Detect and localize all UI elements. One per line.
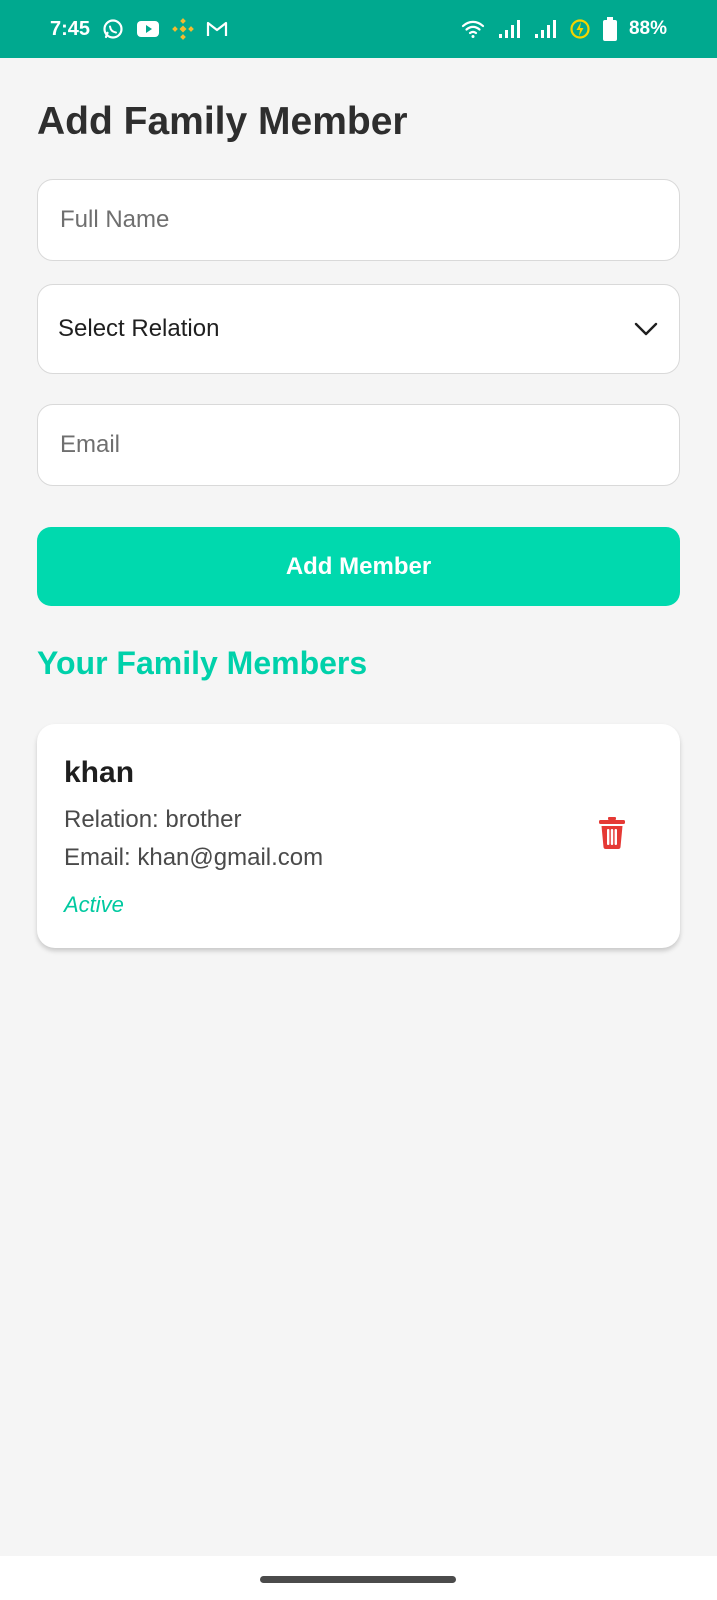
member-status-badge: Active [64,892,124,917]
status-time: 7:45 [50,17,91,40]
signal-icon [497,19,521,39]
email-input[interactable] [38,405,679,485]
home-indicator[interactable] [260,1576,456,1583]
trash-icon [599,816,625,854]
battery-icon [602,17,617,41]
chevron-down-icon [633,316,659,342]
family-members-heading: Your Family Members [37,645,368,681]
member-name: khan [64,756,135,789]
email-field [37,404,680,486]
gmail-icon [206,20,228,38]
whatsapp-icon [102,18,124,40]
wifi-icon [461,19,485,39]
delete-member-button[interactable] [595,816,629,854]
youtube-icon [136,20,160,38]
status-bar-right: 88% [461,17,667,41]
binance-icon [172,18,194,40]
status-bar: 7:45 88% [0,0,717,58]
full-name-field [37,179,680,261]
member-card: khan Relation: brother Email: khan@gmail… [37,724,680,948]
page-title: Add Family Member [37,100,408,143]
relation-select-label: Select Relation [58,315,220,342]
signal-icon [533,19,557,39]
add-member-button[interactable]: Add Member [37,527,680,606]
battery-percent: 88% [628,18,667,39]
full-name-input[interactable] [38,180,679,260]
member-email: Email: khan@gmail.com [64,844,324,871]
relation-select[interactable]: Select Relation [37,284,680,374]
member-relation: Relation: brother [64,806,242,833]
charging-icon [569,18,591,40]
status-bar-left: 7:45 [50,18,228,41]
